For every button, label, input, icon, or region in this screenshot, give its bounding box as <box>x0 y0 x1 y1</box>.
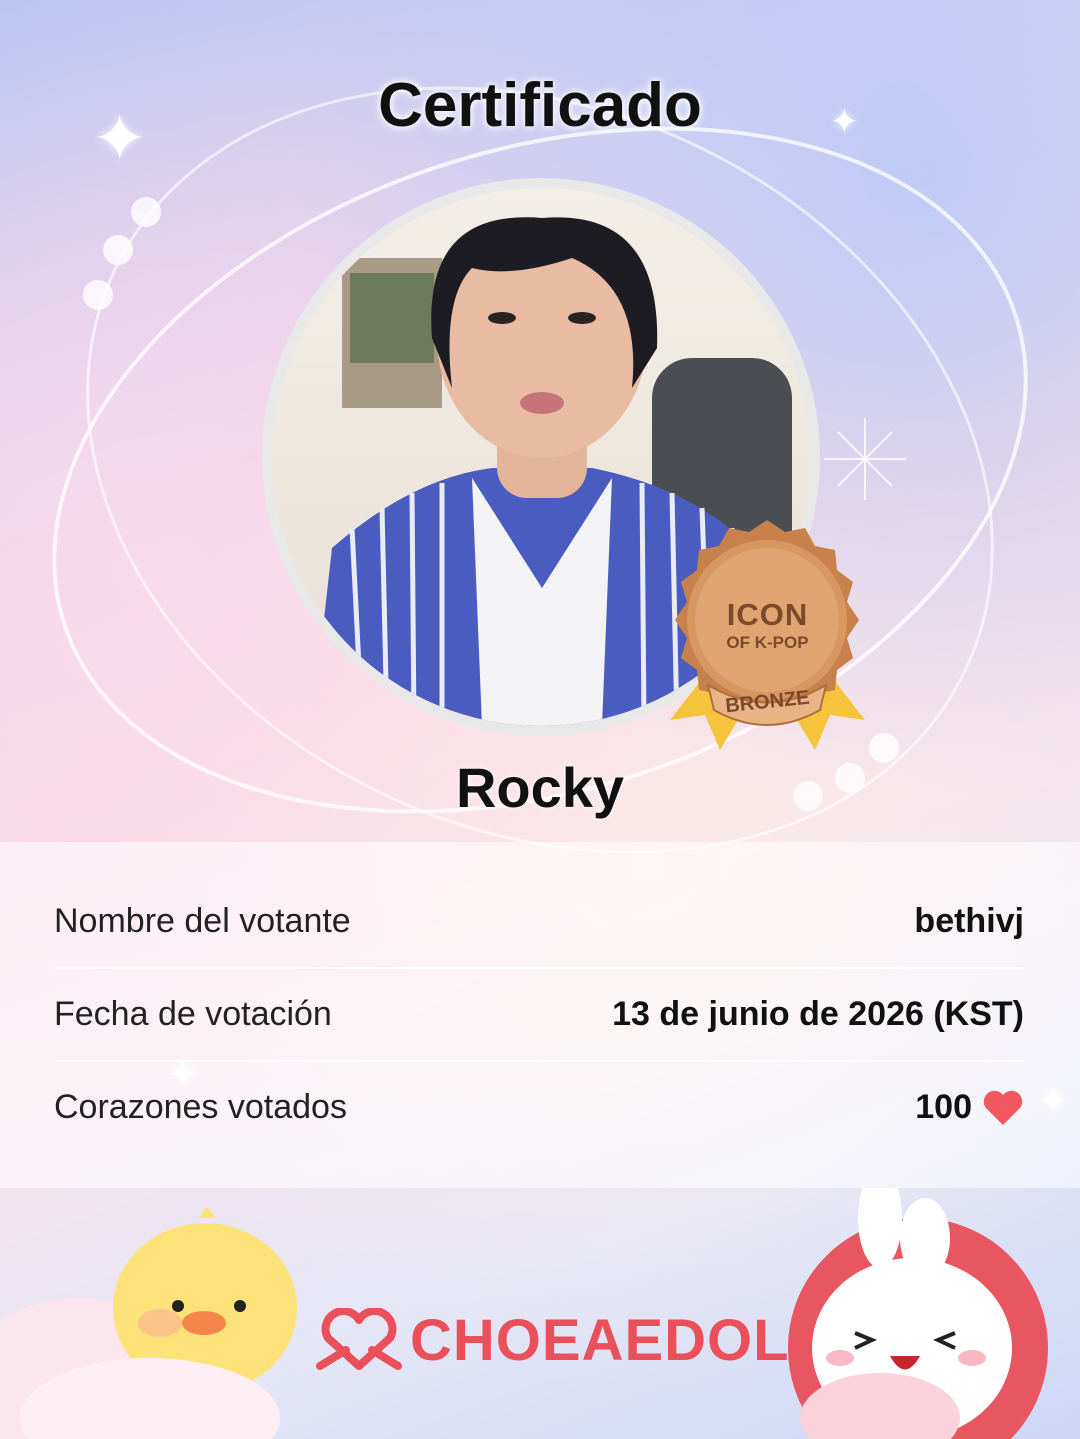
hearts-row: Corazones votados 100 <box>54 1061 1024 1154</box>
choeaedol-logo-icon <box>316 1308 402 1370</box>
vote-date-value: 13 de junio de 2026 (KST) <box>612 995 1024 1033</box>
voter-label: Nombre del votante <box>54 902 351 940</box>
medal-subtitle: OF K-POP <box>726 633 809 652</box>
page-title: Certificado <box>378 71 702 140</box>
brand-name: CHOEAEDOL <box>410 1307 790 1373</box>
idol-name: Rocky <box>455 756 625 819</box>
vote-date-label: Fecha de votación <box>54 995 332 1033</box>
hearts-value: 100 <box>915 1088 972 1126</box>
bronze-medal-badge: ICON OF K-POP BRONZE <box>660 515 875 755</box>
hearts-value-wrap: 100 <box>915 1088 1024 1127</box>
bunny-character <box>788 1188 1048 1439</box>
voter-row: Nombre del votante bethivj <box>54 875 1024 968</box>
heart-icon <box>983 1090 1023 1125</box>
hearts-label: Corazones votados <box>54 1088 347 1126</box>
choeaedol-brand: CHOEAEDOL <box>316 1305 790 1375</box>
medal-title: ICON <box>726 597 809 632</box>
vote-date-row: Fecha de votación 13 de junio de 2026 (K… <box>54 968 1024 1061</box>
voter-value: bethivj <box>914 902 1024 940</box>
